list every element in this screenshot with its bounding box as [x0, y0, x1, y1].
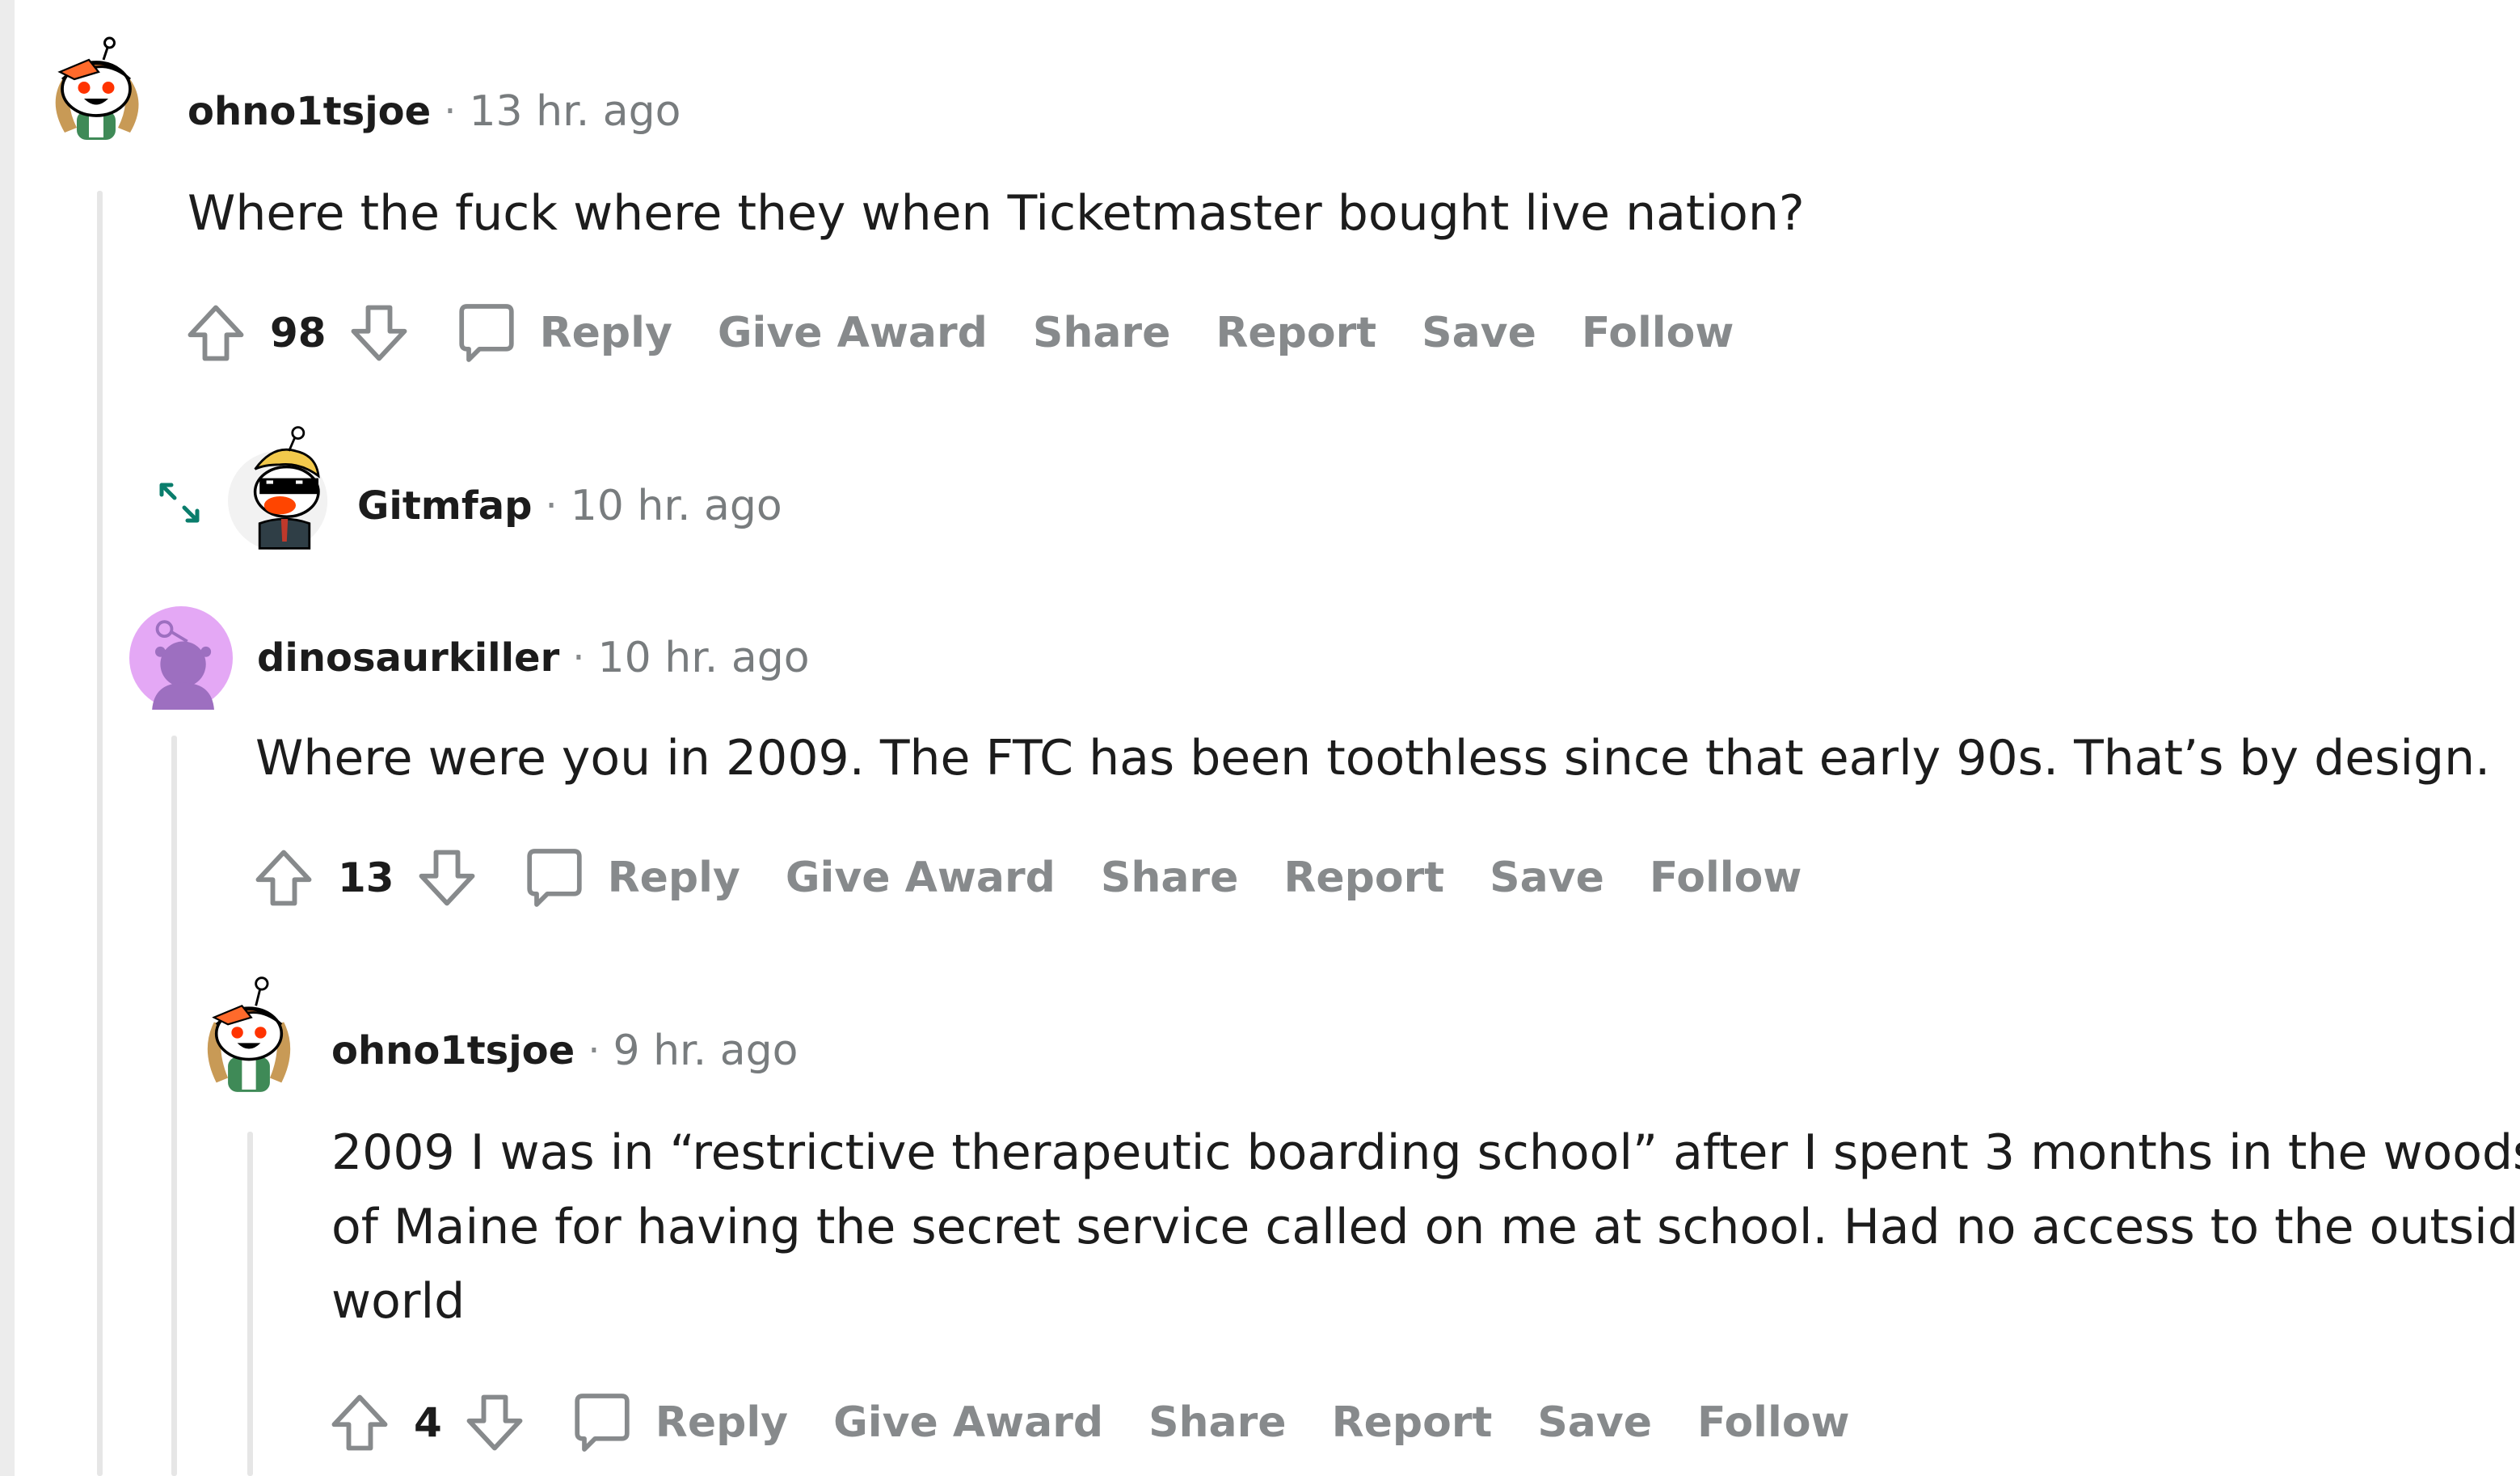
reply-button[interactable]: Reply [655, 1398, 788, 1447]
comment-body: 2009 I was in “restrictive therapeutic b… [331, 1115, 2520, 1339]
save-button[interactable]: Save [1490, 854, 1604, 902]
comment-bubble-icon[interactable] [519, 842, 590, 913]
comment-timestamp[interactable]: 10 hr. ago [571, 482, 782, 530]
username-link[interactable]: ohno1tsjoe [331, 1028, 575, 1073]
report-button[interactable]: Report [1216, 309, 1376, 357]
username-link[interactable]: Gitmfap [357, 483, 532, 529]
give-award-button[interactable]: Give Award [718, 309, 988, 357]
meta-separator: · [545, 483, 558, 529]
vote-count: 13 [338, 854, 394, 901]
downvote-arrow-icon[interactable] [343, 297, 415, 369]
default-snoo-avatar-purple-icon [129, 606, 233, 710]
snoo-avatar-orange-headband-icon [207, 976, 291, 1092]
reply-button[interactable]: Reply [540, 309, 672, 357]
give-award-button[interactable]: Give Award [786, 854, 1056, 902]
snoo-avatar-orange-headband-icon [55, 36, 139, 140]
comment-body-line: Where the fuck where they when Ticketmas… [188, 185, 1805, 242]
comment-header: ohno1tsjoe · 13 hr. ago [188, 87, 681, 136]
comment-header: dinosaurkiller · 10 hr. ago [257, 634, 810, 682]
vote-count: 4 [414, 1399, 442, 1446]
save-button[interactable]: Save [1537, 1398, 1652, 1447]
upvote-arrow-icon[interactable] [179, 297, 252, 369]
page-edge [0, 0, 15, 1476]
report-button[interactable]: Report [1332, 1398, 1493, 1447]
comment-header: ohno1tsjoe · 9 hr. ago [331, 1027, 798, 1075]
comment-body: Where the fuck where they when Ticketmas… [188, 176, 1805, 251]
avatar-ohno1tsjoe[interactable] [191, 968, 307, 1103]
comment-body-line: 2009 I was in “restrictive therapeutic b… [331, 1124, 2520, 1181]
comment-action-bar: 98 Reply Give Award Share Report Save Fo… [179, 293, 1734, 373]
save-button[interactable]: Save [1422, 309, 1536, 357]
give-award-button[interactable]: Give Award [833, 1398, 1103, 1447]
comment-timestamp[interactable]: 13 hr. ago [469, 87, 681, 136]
username-link[interactable]: dinosaurkiller [257, 635, 559, 681]
comment-bubble-icon[interactable] [567, 1387, 638, 1458]
comment-timestamp[interactable]: 9 hr. ago [613, 1027, 798, 1075]
comment-action-bar: 4 Reply Give Award Share Report Save Fol… [323, 1382, 1850, 1463]
comment-timestamp[interactable]: 10 hr. ago [598, 634, 810, 682]
report-button[interactable]: Report [1283, 854, 1444, 902]
comment-header: Gitmfap · 10 hr. ago [357, 482, 782, 530]
follow-button[interactable]: Follow [1650, 854, 1802, 902]
thread-line-level-1[interactable] [97, 191, 103, 1476]
comment-body-line: of Maine for having the secret service c… [331, 1199, 2520, 1255]
meta-separator: · [572, 635, 585, 681]
upvote-arrow-icon[interactable] [323, 1386, 396, 1459]
comment-body: Where were you in 2009. The FTC has been… [255, 721, 2490, 795]
meta-separator: · [444, 89, 457, 134]
username-link[interactable]: ohno1tsjoe [188, 89, 431, 134]
follow-button[interactable]: Follow [1697, 1398, 1850, 1447]
downvote-arrow-icon[interactable] [411, 841, 483, 914]
share-button[interactable]: Share [1101, 854, 1238, 902]
share-button[interactable]: Share [1148, 1398, 1286, 1447]
avatar-ohno1tsjoe[interactable] [36, 31, 157, 152]
expand-thread-icon[interactable] [155, 479, 204, 527]
thread-line-level-3[interactable] [247, 1132, 253, 1476]
thread-line-level-2[interactable] [171, 736, 177, 1476]
follow-button[interactable]: Follow [1582, 309, 1734, 357]
vote-count: 98 [270, 310, 327, 356]
meta-separator: · [588, 1028, 601, 1073]
upvote-arrow-icon[interactable] [247, 841, 320, 914]
downvote-arrow-icon[interactable] [458, 1386, 531, 1459]
avatar-dinosaurkiller[interactable] [129, 606, 233, 710]
share-button[interactable]: Share [1033, 309, 1170, 357]
comment-action-bar: 13 Reply Give Award Share Report Save Fo… [247, 837, 1802, 918]
comment-body-line: world [331, 1273, 466, 1330]
comment-bubble-icon[interactable] [451, 297, 522, 369]
snoo-avatar-sunglasses-icon [228, 426, 328, 551]
reply-button[interactable]: Reply [608, 854, 740, 902]
avatar-gitmfap[interactable] [228, 424, 341, 558]
comment-body-line: Where were you in 2009. The FTC has been… [255, 730, 2491, 786]
